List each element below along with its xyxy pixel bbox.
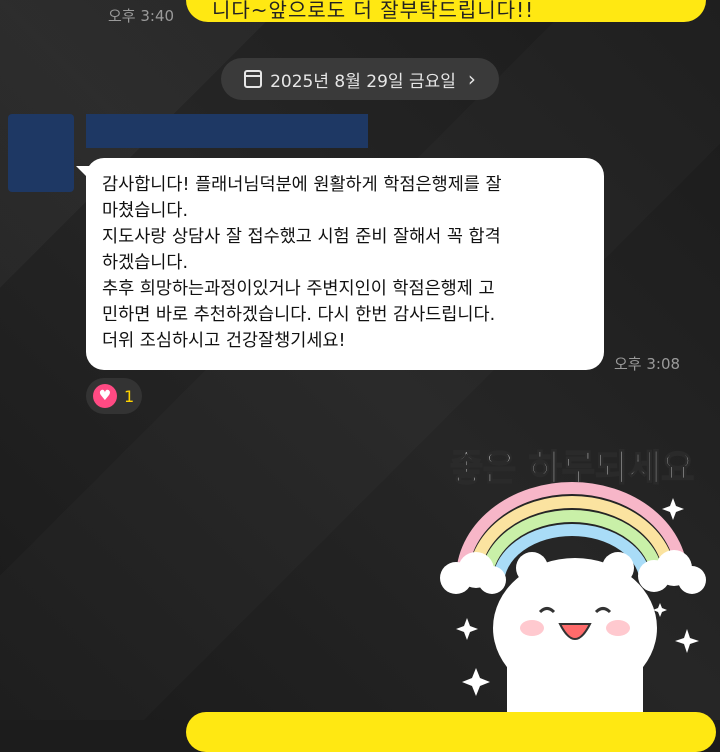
sent-message-bubble-next[interactable]	[186, 712, 716, 752]
sticker-bear-rainbow[interactable]: 좋은 하루되세요	[432, 428, 712, 720]
message-line: 마쳤습니다.	[102, 201, 189, 221]
avatar[interactable]	[8, 114, 74, 192]
calendar-icon	[244, 70, 263, 88]
reaction-badge[interactable]: ♥ 1	[86, 378, 142, 414]
message-line: 지도사랑 상담사 잘 접수했고 시험 준비 잘해서 꼭 합격	[102, 227, 501, 247]
sender-name-redacted	[86, 114, 368, 148]
message-line: 민하면 바로 추천하겠습니다. 다시 한번 감사드립니다.	[102, 305, 496, 325]
bear	[493, 552, 657, 720]
message-line: 감사합니다! 플래너님덕분에 원활하게 학점은행제를 잘	[102, 175, 502, 195]
chevron-right-icon: ›	[467, 67, 476, 91]
received-message-bubble[interactable]: 감사합니다! 플래너님덕분에 원활하게 학점은행제를 잘 마쳤습니다. 지도사랑…	[76, 158, 604, 370]
message-line: 더위 조심하시고 건강잘챙기세요!	[102, 331, 346, 351]
message-line: 추후 희망하는과정이있거나 주변지인이 학점은행제 고	[102, 279, 495, 299]
date-divider[interactable]: 2025년 8월 29일 금요일 ›	[221, 58, 499, 100]
sent-message-text: 니다~앞으로도 더 잘부탁드립니다!!	[212, 0, 535, 22]
sent-message-time: 오후 3:40	[108, 7, 175, 25]
heart-icon: ♥	[93, 384, 117, 408]
message-line: 하겠습니다.	[102, 253, 189, 273]
received-message-time: 오후 3:08	[614, 355, 681, 373]
reaction-count: 1	[124, 386, 135, 406]
date-label: 2025년 8월 29일 금요일	[270, 71, 456, 92]
sent-message-bubble[interactable]: 니다~앞으로도 더 잘부탁드립니다!!	[186, 0, 706, 22]
